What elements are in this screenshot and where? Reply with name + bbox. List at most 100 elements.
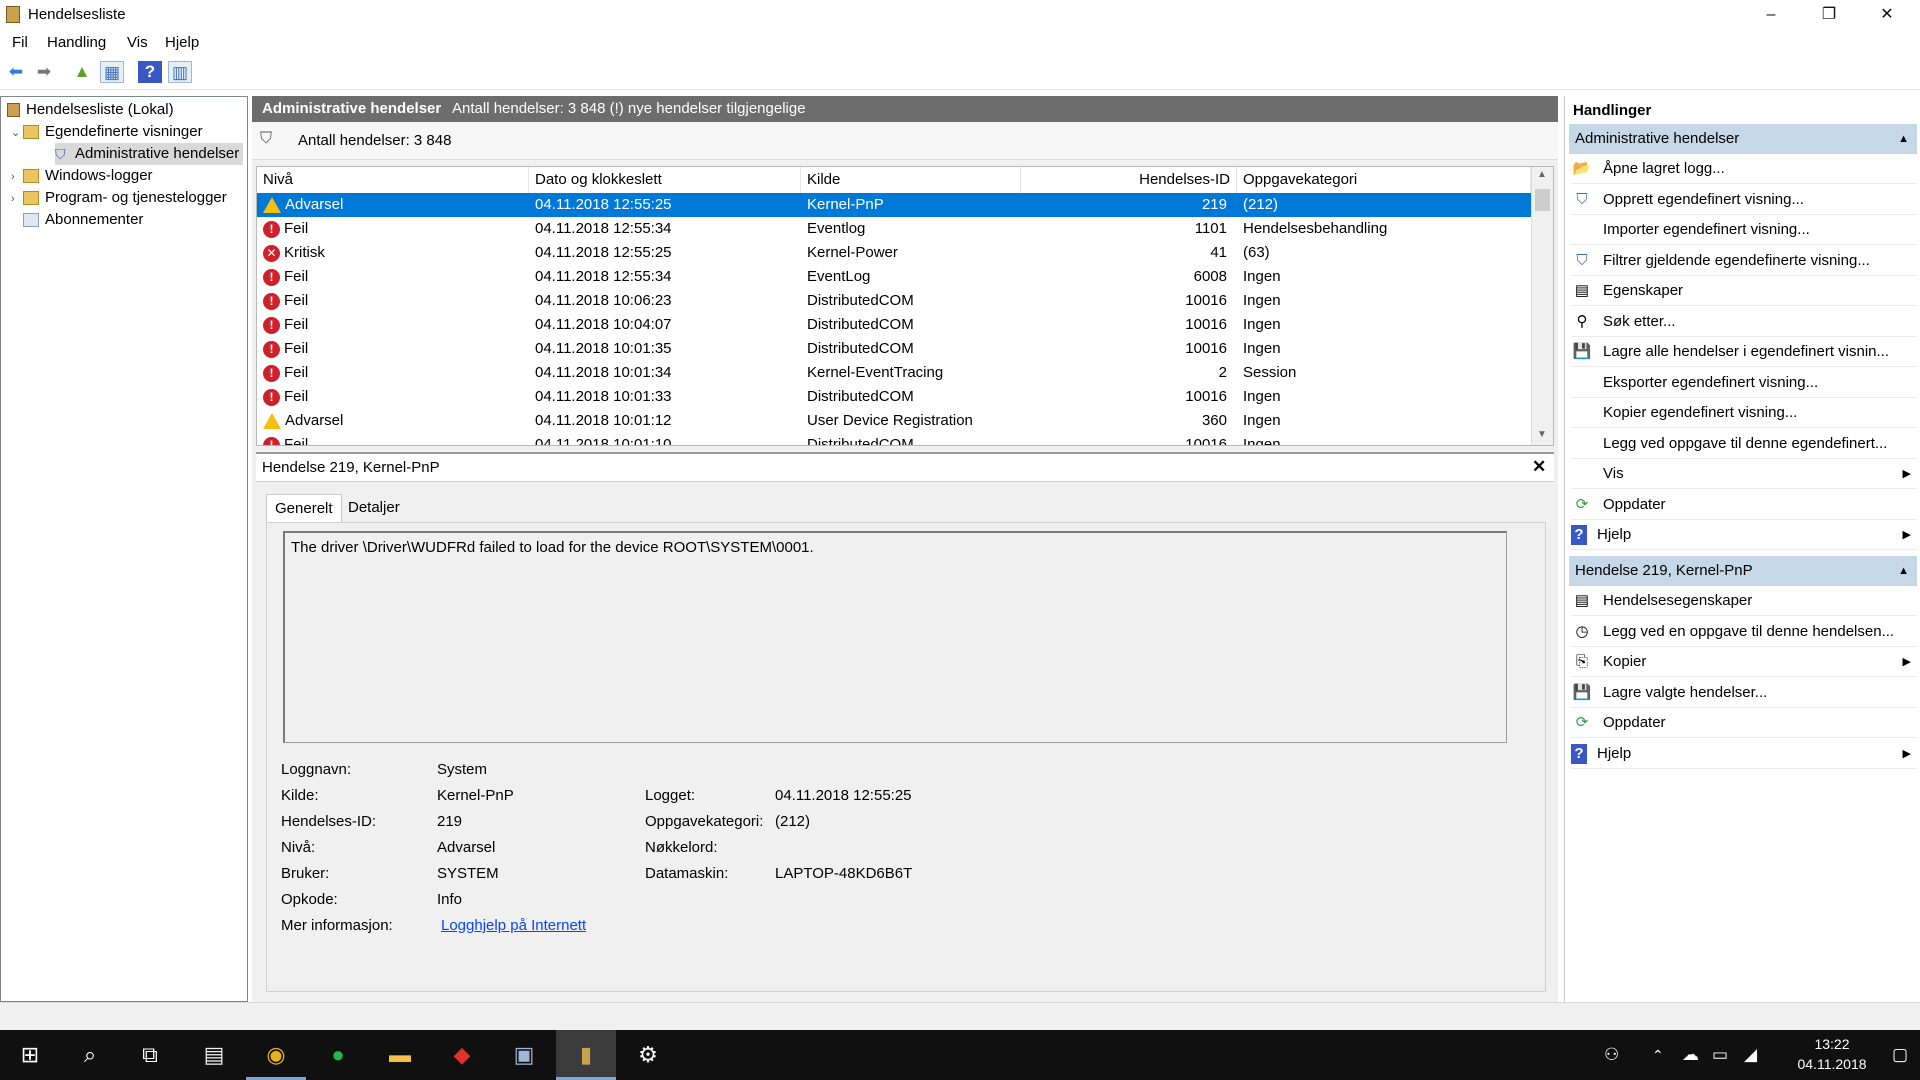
col-task-category[interactable]: Oppgavekategori: [1237, 167, 1531, 193]
collapse-up-icon[interactable]: ▲: [1898, 556, 1909, 586]
action-item[interactable]: ⚲ Søk etter...: [1571, 307, 1917, 337]
scroll-up-icon[interactable]: ▲: [1537, 169, 1547, 180]
cell-source: User Device Registration: [807, 412, 973, 429]
event-viewer-taskbar-icon[interactable]: ▮: [556, 1030, 616, 1080]
cell-level: ! Feil: [263, 217, 523, 241]
scroll-thumb[interactable]: [1535, 189, 1550, 211]
blank-icon: [1571, 434, 1593, 454]
show-hide-action-pane-icon[interactable]: ▥: [168, 61, 192, 83]
col-level[interactable]: Nivå: [257, 167, 529, 193]
action-item[interactable]: ⟳ Oppdater: [1571, 708, 1917, 738]
tab-general[interactable]: Generelt: [266, 494, 342, 522]
cell-level-text: Advarsel: [285, 196, 344, 213]
table-row[interactable]: Advarsel 04.11.2018 12:55:25 Kernel-PnP 219…: [257, 193, 1531, 217]
table-row[interactable]: ! Feil 04.11.2018 10:06:23 DistributedCOM 10…: [257, 289, 1531, 313]
col-date[interactable]: Dato og klokkeslett: [529, 167, 801, 193]
action-item[interactable]: Legg ved oppgave til denne egendefinert.…: [1571, 429, 1917, 459]
action-item[interactable]: 💾 Lagre alle hendelser i egendefinert vis…: [1571, 337, 1917, 367]
network-app-icon[interactable]: ▣: [494, 1030, 554, 1080]
col-source[interactable]: Kilde: [801, 167, 1021, 193]
forward-arrow-icon[interactable]: ➡: [32, 61, 56, 83]
clock[interactable]: 13:22 04.11.2018: [1790, 1034, 1874, 1074]
calendar-app-icon[interactable]: ▤: [184, 1030, 244, 1080]
people-icon[interactable]: ⚇: [1604, 1030, 1619, 1080]
tree-subscriptions[interactable]: Abonnementer: [23, 209, 143, 231]
event-message[interactable]: The driver \Driver\WUDFRd failed to load…: [283, 531, 1507, 743]
tree-admin-events[interactable]: ⛉ Administrative hendelser: [55, 143, 244, 165]
filter-icon: ⛉: [260, 130, 273, 147]
menu-view[interactable]: Vis: [127, 34, 148, 51]
chevron-right-icon[interactable]: ›: [11, 188, 23, 210]
table-row[interactable]: ! Feil 04.11.2018 10:01:35 DistributedCOM 10…: [257, 337, 1531, 361]
table-row[interactable]: ! Feil 04.11.2018 12:55:34 EventLog 6008 Inge…: [257, 265, 1531, 289]
events-scrollbar[interactable]: ▲ ▼: [1531, 167, 1553, 445]
expressvpn-icon[interactable]: ◆: [432, 1030, 492, 1080]
tree-root[interactable]: Hendelsesliste (Lokal): [7, 99, 174, 121]
action-item[interactable]: ▤ Egenskaper: [1571, 276, 1917, 306]
wifi-icon[interactable]: ◢: [1744, 1030, 1757, 1080]
close-detail-icon[interactable]: ✕: [1532, 457, 1546, 477]
table-row[interactable]: ! Feil 04.11.2018 10:01:10 DistributedCOM 10…: [257, 433, 1531, 445]
menu-help[interactable]: Hjelp: [165, 34, 199, 51]
chevron-down-icon[interactable]: ⌄: [11, 122, 23, 144]
action-item[interactable]: Vis ▶: [1571, 459, 1917, 489]
action-label: Hendelsesegenskaper: [1603, 592, 1753, 609]
tree-windows-logs[interactable]: › Windows-logger: [11, 165, 153, 187]
menu-action[interactable]: Handling: [47, 34, 106, 51]
action-item[interactable]: Kopier egendefinert visning...: [1571, 398, 1917, 428]
show-hidden-icons-chevron-up-icon[interactable]: ⌃: [1652, 1030, 1664, 1080]
menu-file[interactable]: Fil: [12, 34, 28, 51]
onedrive-cloud-icon[interactable]: ☁: [1682, 1030, 1699, 1080]
tree-app-logs[interactable]: › Program- og tjenestelogger: [11, 187, 227, 209]
maximize-button[interactable]: ❐: [1800, 0, 1858, 30]
action-item[interactable]: ⟳ Oppdater: [1571, 490, 1917, 520]
back-arrow-icon[interactable]: ⬅: [4, 61, 28, 83]
table-row[interactable]: ! Feil 04.11.2018 12:55:34 Eventlog 1101 Hend…: [257, 217, 1531, 241]
action-item[interactable]: Importer egendefinert visning...: [1571, 215, 1917, 245]
battery-icon[interactable]: ▭: [1712, 1030, 1728, 1080]
cell-source: DistributedCOM: [807, 388, 914, 405]
action-center-icon[interactable]: ▢: [1892, 1030, 1908, 1080]
task-view-icon[interactable]: ⧉: [120, 1030, 180, 1080]
minimize-button[interactable]: –: [1742, 0, 1800, 30]
action-item[interactable]: ⛉ Opprett egendefinert visning...: [1571, 185, 1917, 215]
action-item[interactable]: Eksporter egendefinert visning...: [1571, 368, 1917, 398]
actions-section-event[interactable]: Hendelse 219, Kernel-PnP ▲: [1569, 556, 1917, 586]
chrome-icon[interactable]: ◉: [246, 1030, 306, 1080]
help-icon[interactable]: ?: [138, 61, 162, 83]
cell-date: 04.11.2018 10:01:12: [535, 412, 672, 429]
action-item[interactable]: ⛉ Filtrer gjeldende egendefinerte visning…: [1571, 246, 1917, 276]
action-item[interactable]: ? Hjelp ▶: [1571, 739, 1917, 769]
action-item[interactable]: 💾 Lagre valgte hendelser...: [1571, 678, 1917, 708]
cell-level: ! Feil: [263, 289, 523, 313]
show-hide-tree-icon[interactable]: ▦: [100, 61, 124, 83]
settings-gear-icon[interactable]: ⚙: [618, 1030, 678, 1080]
action-item[interactable]: 📂 Åpne lagret logg...: [1571, 154, 1917, 184]
action-item[interactable]: ▤ Hendelsesegenskaper: [1571, 586, 1917, 616]
file-explorer-icon[interactable]: ▬: [370, 1030, 430, 1080]
up-folder-icon[interactable]: ▲: [70, 61, 94, 83]
table-row[interactable]: Advarsel 04.11.2018 10:01:12 User Device R…: [257, 409, 1531, 433]
actions-section-admin[interactable]: Administrative hendelser ▲: [1569, 124, 1917, 154]
close-window-button[interactable]: ✕: [1858, 0, 1916, 30]
table-row[interactable]: ! Feil 04.11.2018 10:01:34 Kernel-EventTrac…: [257, 361, 1531, 385]
more-info-link[interactable]: Logghjelp på Internett: [441, 917, 586, 934]
tab-details[interactable]: Detaljer: [340, 494, 408, 522]
table-row[interactable]: ! Feil 04.11.2018 10:01:33 DistributedCOM 10…: [257, 385, 1531, 409]
collapse-up-icon[interactable]: ▲: [1898, 124, 1909, 154]
spotify-icon[interactable]: ●: [308, 1030, 368, 1080]
table-row[interactable]: ! Feil 04.11.2018 10:04:07 DistributedCOM 10…: [257, 313, 1531, 337]
col-event-id[interactable]: Hendelses-ID: [1021, 167, 1237, 193]
windows-start-icon[interactable]: ⊞: [0, 1030, 60, 1080]
scroll-down-icon[interactable]: ▼: [1537, 429, 1547, 440]
action-item[interactable]: ◷ Legg ved en oppgave til denne hendelsen…: [1571, 617, 1917, 647]
action-item[interactable]: ⎘ Kopier ▶: [1571, 647, 1917, 677]
search-icon[interactable]: ⌕: [60, 1030, 120, 1080]
blank-icon: [1571, 464, 1593, 484]
error-icon: !: [263, 340, 280, 358]
chevron-right-icon[interactable]: ›: [11, 166, 23, 188]
action-item[interactable]: ? Hjelp ▶: [1571, 520, 1917, 550]
tree-custom-views[interactable]: ⌄ Egendefinerte visninger: [11, 121, 203, 143]
table-row[interactable]: ✕ Kritisk 04.11.2018 12:55:25 Kernel-Power 4…: [257, 241, 1531, 265]
cell-date: 04.11.2018 12:55:34: [535, 268, 672, 285]
